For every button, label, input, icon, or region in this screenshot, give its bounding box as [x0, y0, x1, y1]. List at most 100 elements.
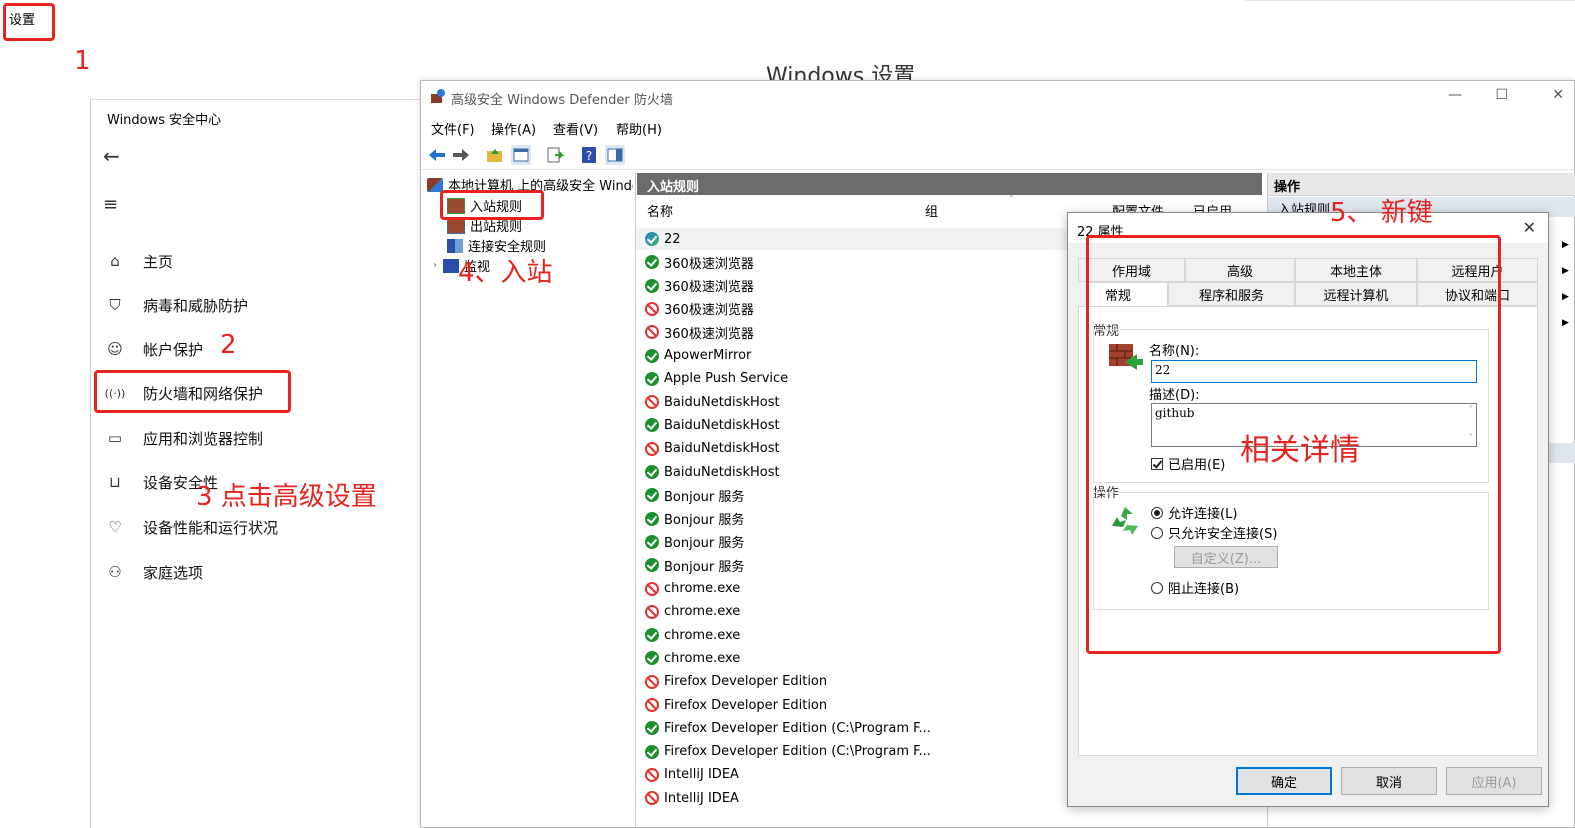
table-row[interactable]: 360极速浏览器 [645, 251, 754, 273]
show-action-pane-icon[interactable] [605, 145, 625, 165]
rule-name: 360极速浏览器 [664, 256, 754, 272]
action-arrow-icon[interactable]: ▶ [1562, 240, 1569, 250]
show-hide-tree-icon[interactable] [511, 145, 531, 165]
table-row[interactable]: BaiduNetdiskHost [645, 461, 780, 483]
nav-item-label: 病毒和威胁防护 [143, 296, 249, 315]
action-arrow-icon[interactable]: ▶ [1562, 266, 1569, 276]
table-row[interactable]: 360极速浏览器 [645, 321, 754, 343]
rule-name: 360极速浏览器 [664, 280, 754, 296]
action-arrow-icon[interactable]: ▶ [1562, 292, 1569, 302]
nav-item-app-browser-control[interactable]: ▭ 应用和浏览器控制 [103, 423, 263, 453]
svg-text:?: ? [586, 149, 592, 163]
ok-button[interactable]: 确定 [1236, 767, 1332, 795]
annotation-step-3: 3 点击高级设置 [196, 482, 377, 512]
table-row[interactable]: ApowerMirror [645, 345, 751, 367]
family-icon: ⚇ [108, 563, 122, 581]
block-rule-icon [645, 301, 659, 316]
table-row[interactable]: IntelliJ IDEA [645, 787, 739, 809]
rules-pane-title: 入站规则 [647, 180, 700, 195]
hamburger-menu-icon[interactable]: ≡ [103, 194, 118, 215]
table-row[interactable]: BaiduNetdiskHost [645, 438, 780, 460]
firewall-app-icon [427, 177, 443, 192]
close-icon[interactable]: ✕ [1552, 87, 1564, 103]
shield-icon: ⛉ [109, 296, 121, 314]
nav-item-family-options[interactable]: ⚇ 家庭选项 [103, 557, 203, 587]
table-row[interactable]: chrome.exe [645, 578, 740, 600]
allow-rule-icon [645, 278, 659, 293]
table-row[interactable]: Apple Push Service [645, 368, 788, 390]
table-row[interactable]: BaiduNetdiskHost [645, 391, 780, 413]
action-arrow-icon[interactable]: ▶ [1562, 318, 1569, 328]
close-icon[interactable]: ✕ [1523, 218, 1536, 237]
forward-arrow-icon[interactable] [451, 145, 471, 165]
block-rule-icon [645, 767, 659, 782]
nav-item-account-protection[interactable]: ☺ 帐户保护 [103, 334, 203, 364]
table-row[interactable]: 360极速浏览器 [645, 275, 754, 297]
table-row[interactable]: chrome.exe [645, 647, 740, 669]
rule-name: BaiduNetdiskHost [664, 441, 780, 457]
nav-item-device-performance[interactable]: ♡ 设备性能和运行状况 [103, 512, 278, 542]
table-row[interactable]: Firefox Developer Edition [645, 694, 827, 716]
maximize-icon[interactable]: ☐ [1495, 87, 1508, 103]
menu-file[interactable]: 文件(F) [431, 119, 475, 138]
table-row[interactable]: Bonjour 服务 [645, 484, 744, 506]
cancel-button[interactable]: 取消 [1341, 767, 1437, 795]
back-arrow-icon[interactable]: ← [103, 144, 120, 168]
table-row[interactable]: Firefox Developer Edition (C:\Program F.… [645, 717, 931, 739]
table-row[interactable]: chrome.exe [645, 601, 740, 623]
rule-name: Bonjour 服务 [664, 513, 745, 529]
export-list-icon[interactable] [545, 145, 565, 165]
minimize-icon[interactable]: — [1448, 87, 1462, 103]
rule-name: Bonjour 服务 [664, 559, 745, 575]
allow-rule-icon [645, 418, 659, 433]
actions-pane-title: 操作 [1274, 180, 1301, 195]
nav-item-home[interactable]: ⌂ 主页 [103, 246, 173, 276]
annotation-box-inbound [440, 190, 544, 220]
allow-rule-icon [645, 465, 659, 479]
table-row[interactable]: Bonjour 服务 [645, 554, 744, 576]
allow-rule-icon [645, 558, 659, 573]
nav-item-virus-protection[interactable]: ⛉ 病毒和威胁防护 [103, 290, 248, 320]
allow-rule-icon [645, 534, 659, 549]
allow-rule-icon [645, 488, 659, 503]
apply-button[interactable]: 应用(A) [1446, 767, 1542, 795]
table-row[interactable]: BaiduNetdiskHost [645, 414, 780, 436]
rule-name: BaiduNetdiskHost [664, 394, 780, 410]
block-rule-icon [645, 325, 659, 340]
rule-name: BaiduNetdiskHost [664, 417, 780, 433]
up-folder-icon[interactable] [485, 145, 505, 165]
chevron-right-icon[interactable]: › [433, 260, 437, 271]
nav-item-label: 设备性能和运行状况 [143, 518, 279, 537]
rule-name: 360极速浏览器 [664, 303, 754, 319]
allow-rule-icon [645, 348, 659, 363]
table-row[interactable]: Bonjour 服务 [645, 531, 744, 553]
column-header-group[interactable]: 组 [925, 201, 938, 220]
help-icon[interactable]: ? [579, 145, 599, 165]
column-header-name[interactable]: 名称 [647, 201, 673, 220]
rule-name: chrome.exe [664, 627, 741, 643]
rule-name: Apple Push Service [664, 371, 789, 387]
menu-view[interactable]: 查看(V) [553, 119, 598, 138]
annotation-details: 相关详情 [1240, 433, 1360, 468]
firewall-titlebar: 高级安全 Windows Defender 防火墙 — ☐ ✕ [421, 81, 1574, 113]
rule-name: 360极速浏览器 [664, 326, 754, 342]
laptop-icon: ⊔ [109, 473, 121, 491]
person-icon: ☺ [107, 340, 123, 358]
rule-name: Firefox Developer Edition [664, 697, 828, 713]
menu-help[interactable]: 帮助(H) [616, 119, 662, 138]
table-row[interactable]: Firefox Developer Edition [645, 671, 827, 693]
block-rule-icon [645, 395, 659, 410]
nav-item-label: 家庭选项 [143, 563, 204, 582]
menu-action[interactable]: 操作(A) [491, 119, 536, 138]
table-row[interactable]: IntelliJ IDEA [645, 764, 739, 786]
allow-rule-icon [645, 721, 659, 736]
table-row[interactable]: chrome.exe [645, 624, 740, 646]
table-row[interactable]: Firefox Developer Edition (C:\Program F.… [645, 741, 931, 763]
table-row[interactable]: Bonjour 服务 [645, 508, 744, 530]
rule-name: chrome.exe [664, 604, 741, 620]
allow-rule-icon [645, 628, 659, 643]
back-arrow-icon[interactable] [427, 145, 447, 165]
block-rule-icon [645, 604, 659, 619]
rule-name: IntelliJ IDEA [664, 767, 739, 783]
table-row[interactable]: 360极速浏览器 [645, 298, 754, 320]
